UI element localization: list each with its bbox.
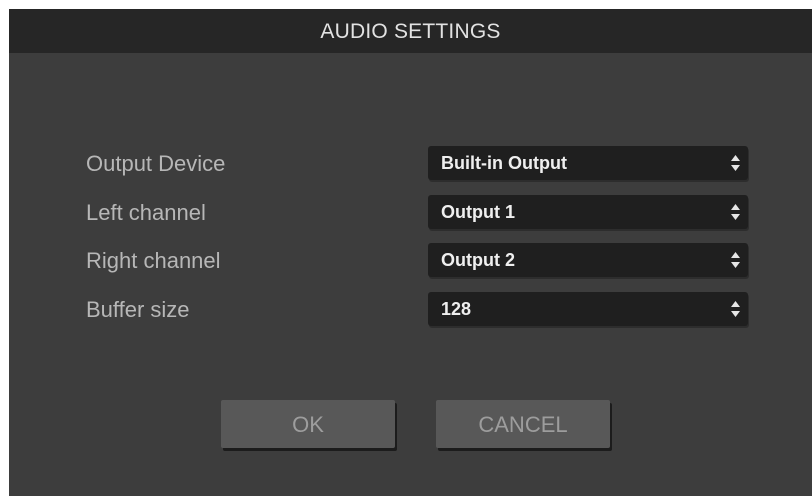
right-channel-value: Output 2 [441, 250, 515, 270]
output-device-label: Output Device [86, 151, 226, 176]
updown-arrows-icon [731, 252, 740, 268]
audio-settings-dialog: AUDIO SETTINGS Output Device Built-in Ou… [9, 9, 812, 496]
cancel-button[interactable]: CANCEL [436, 400, 610, 448]
dialog-title: AUDIO SETTINGS [9, 9, 812, 53]
right-channel-select[interactable]: Output 2 [428, 243, 748, 277]
setting-row-buffer-size: Buffer size 128 [9, 292, 812, 328]
buffer-size-value: 128 [441, 299, 472, 319]
ok-button[interactable]: OK [221, 400, 395, 448]
buffer-size-label: Buffer size [86, 297, 190, 322]
left-channel-value: Output 1 [441, 202, 515, 222]
left-channel-label: Left channel [86, 200, 206, 225]
output-device-value: Built-in Output [441, 153, 567, 173]
left-channel-select[interactable]: Output 1 [428, 195, 748, 229]
updown-arrows-icon [731, 301, 740, 317]
buffer-size-select[interactable]: 128 [428, 292, 748, 326]
setting-row-right-channel: Right channel Output 2 [9, 243, 812, 279]
updown-arrows-icon [731, 155, 740, 171]
setting-row-left-channel: Left channel Output 1 [9, 195, 812, 231]
output-device-select[interactable]: Built-in Output [428, 146, 748, 180]
right-channel-label: Right channel [86, 248, 221, 273]
updown-arrows-icon [731, 204, 740, 220]
setting-row-output-device: Output Device Built-in Output [9, 146, 812, 182]
